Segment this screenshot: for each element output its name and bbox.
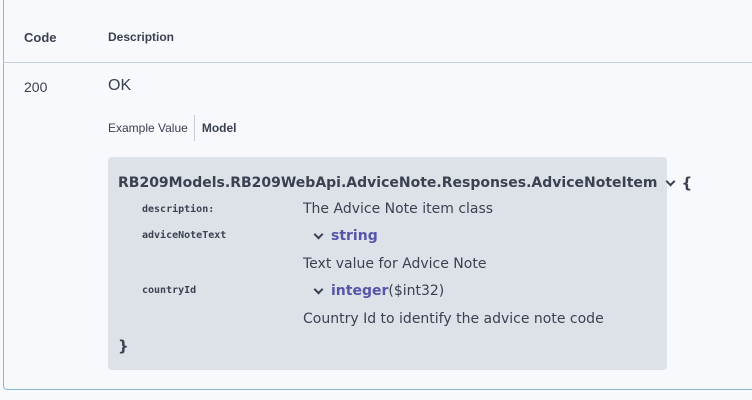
chevron-down-icon[interactable]: [313, 229, 324, 240]
property-description-countryid: Country Id to identify the advice note c…: [303, 311, 604, 327]
model-title[interactable]: RB209Models.RB209WebApi.AdviceNote.Respo…: [118, 174, 692, 192]
model-description-text: The Advice Note item class: [303, 201, 494, 217]
tab-example-value[interactable]: Example Value: [108, 121, 188, 135]
property-description-advicenotetext: Text value for Advice Note: [303, 256, 487, 272]
response-status-code: 200: [24, 79, 48, 95]
model-schema-box: RB209Models.RB209WebApi.AdviceNote.Respo…: [108, 157, 692, 370]
column-header-code: Code: [24, 30, 57, 45]
example-model-tabs: Example Value Model: [108, 115, 237, 141]
response-description: OK: [108, 77, 132, 94]
property-name-advicenotetext: adviceNoteText: [142, 230, 227, 241]
header-divider: [3, 62, 752, 63]
model-open-brace: {: [681, 174, 693, 192]
property-type-format: ($int32): [388, 283, 445, 299]
property-type-name: string: [331, 228, 378, 244]
chevron-down-icon[interactable]: [665, 176, 675, 187]
model-close-brace: }: [118, 337, 129, 355]
property-name-countryid: countryId: [142, 285, 197, 296]
tab-divider: [193, 115, 195, 141]
property-type-name: integer: [331, 283, 389, 299]
model-description-label: description:: [142, 204, 215, 215]
property-type-advicenotetext[interactable]: string: [313, 228, 378, 244]
model-name: RB209Models.RB209WebApi.AdviceNote.Respo…: [118, 175, 658, 191]
chevron-down-icon[interactable]: [313, 284, 324, 295]
column-header-description: Description: [108, 30, 175, 44]
tab-model[interactable]: Model: [202, 121, 237, 135]
property-type-countryid[interactable]: integer ($int32): [313, 283, 444, 299]
